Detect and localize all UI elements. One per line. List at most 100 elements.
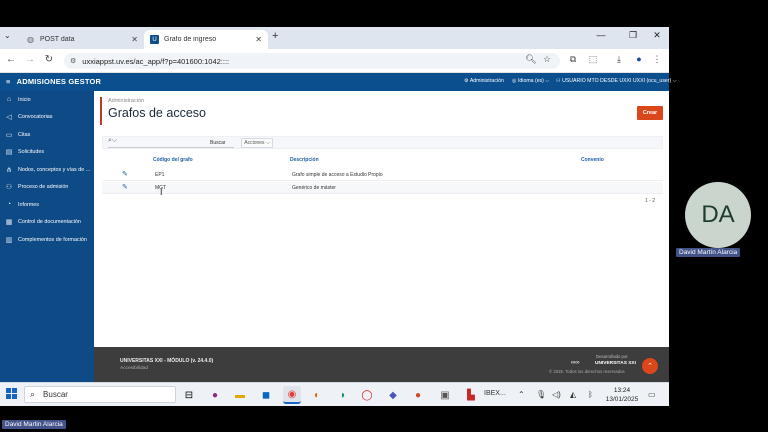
chrome-icon[interactable]: ◉ bbox=[283, 386, 301, 404]
sidebar-item-nodos[interactable]: ⋔ Nodos, conceptos y vías de ... bbox=[0, 161, 94, 178]
tab-grafo-de-ingreso[interactable]: U Grafo de ingreso ✕ bbox=[144, 30, 268, 49]
app-window-icon[interactable]: ▣ bbox=[436, 386, 454, 404]
bluetooth-icon[interactable]: ᛒ bbox=[588, 390, 593, 399]
tab-post-data[interactable]: ◍ POST data ✕ bbox=[20, 30, 144, 49]
column-header-convenio[interactable]: Convenio bbox=[581, 157, 604, 163]
language-menu[interactable]: ◎ Idioma (es) ⌵ bbox=[512, 78, 549, 85]
table-icon: ▦ bbox=[5, 219, 13, 226]
search-icon[interactable]: ⌕⌵ bbox=[108, 137, 117, 145]
tab-title: Grafo de ingreso bbox=[164, 36, 217, 43]
system-clock[interactable]: 13:24 13/01/2025 bbox=[602, 386, 642, 404]
sidebar-item-convocatorias[interactable]: ◁ Convocatorias bbox=[0, 109, 94, 126]
outlook-icon[interactable]: ◼ bbox=[257, 386, 275, 404]
scroll-top-button[interactable]: ⌃ bbox=[642, 358, 658, 374]
minimize-icon[interactable]: — bbox=[592, 30, 610, 40]
sidebar-item-solicitudes[interactable]: ▤ Solicitudes bbox=[0, 144, 94, 161]
megaphone-icon: ◁ bbox=[6, 114, 12, 121]
sidebar-item-proceso-admision[interactable]: ⚇ Proceso de admisión bbox=[0, 179, 94, 196]
microphone-icon[interactable]: 🎙︎ bbox=[536, 390, 546, 399]
task-view-icon[interactable]: ⊟ bbox=[180, 386, 198, 404]
menu-kebab-icon[interactable]: ⋮ bbox=[650, 54, 664, 65]
tray-overflow-icon[interactable]: ⌃ bbox=[518, 390, 525, 399]
sidebar-item-citas[interactable]: ▭ Citas bbox=[0, 126, 94, 143]
reload-icon[interactable]: ↻ bbox=[42, 54, 56, 65]
extensions-icon[interactable]: ⬚ bbox=[586, 54, 600, 65]
self-name-label: David Martin Alarcia bbox=[2, 420, 66, 429]
admin-menu[interactable]: ⚙ Administración bbox=[464, 78, 504, 84]
download-icon[interactable]: ⤓ bbox=[612, 54, 626, 65]
tab-strip: ⌄ ◍ POST data ✕ U Grafo de ingreso ✕ + —… bbox=[0, 27, 669, 49]
filter-bar: ⌕⌵ Buscar Acciones ⌵ bbox=[102, 136, 663, 149]
developed-by-label: Desarrollado por bbox=[596, 354, 628, 359]
restore-icon[interactable]: ❐ bbox=[624, 30, 642, 41]
home-icon: ⌂ bbox=[6, 96, 12, 103]
firefox-icon[interactable]: ◐ bbox=[308, 386, 326, 404]
clock-time: 13:24 bbox=[613, 387, 631, 394]
sidebar-item-label: Convocatorias bbox=[18, 114, 53, 120]
column-header-descripcion[interactable]: Descripción bbox=[290, 157, 319, 163]
user-menu[interactable]: ⚇ USUARIO MTO DESDE UXXI UXXI (ocu_user)… bbox=[556, 78, 677, 85]
accessibility-link[interactable]: Accesibilidad bbox=[120, 366, 148, 371]
chart-icon: ◔ bbox=[6, 201, 12, 208]
sidebar-item-complementos[interactable]: ▥ Complementos de formación bbox=[0, 231, 94, 248]
zoom-icon[interactable]: 🔍︎ bbox=[524, 54, 538, 65]
actions-dropdown[interactable]: Acciones ⌵ bbox=[241, 138, 273, 148]
breadcrumb[interactable]: Administración bbox=[108, 98, 144, 104]
site-info-icon[interactable]: ⚙ bbox=[70, 57, 76, 65]
sidebar-item-label: Citas bbox=[18, 131, 31, 138]
title-accent-bar bbox=[100, 97, 102, 125]
book-icon: ▥ bbox=[5, 236, 13, 244]
teams-icon[interactable]: ◆ bbox=[384, 386, 402, 404]
footer-logo-text: UNIVERSITAS XXI bbox=[595, 361, 636, 366]
column-header-codigo[interactable]: Código del grafo bbox=[153, 157, 193, 163]
tab-title: POST data bbox=[40, 36, 75, 43]
ibex-ticker[interactable]: IBEX... bbox=[484, 390, 506, 397]
taskbar-search[interactable]: ⌕ Buscar bbox=[24, 386, 176, 403]
edit-icon[interactable]: ✎ bbox=[122, 170, 128, 178]
create-button[interactable]: Crear bbox=[637, 106, 663, 120]
sidebar-item-informes[interactable]: ◔ Informes bbox=[0, 196, 94, 213]
cast-icon[interactable]: ⧉ bbox=[566, 54, 580, 65]
sidebar-item-label: Nodos, conceptos y vías de ... bbox=[18, 166, 91, 173]
text-cursor-icon: I bbox=[160, 187, 163, 197]
opera-icon[interactable]: ◯ bbox=[358, 386, 376, 404]
pagination-info: 1 - 2 bbox=[644, 198, 655, 204]
sidebar-item-label: Proceso de admisión bbox=[18, 184, 69, 190]
search-input[interactable] bbox=[122, 139, 222, 147]
sidebar-item-label: Inicio bbox=[18, 96, 31, 103]
main-content: Administración Grafos de acceso Crear ⌕⌵… bbox=[94, 91, 669, 347]
universitas-logo-icon: ∞∞ bbox=[571, 360, 580, 366]
app-icon[interactable]: ● bbox=[206, 386, 224, 404]
cell-description: Genérico de máster bbox=[292, 185, 336, 191]
taskbar-search-label: Buscar bbox=[43, 390, 68, 399]
tab-list-chevron-icon[interactable]: ⌄ bbox=[4, 31, 11, 40]
powerpoint-icon[interactable]: ● bbox=[409, 386, 427, 404]
forward-icon[interactable]: → bbox=[23, 54, 37, 65]
admin-menu-label: Administración bbox=[469, 78, 504, 84]
sidebar-item-label: Control de documentación bbox=[18, 219, 81, 225]
avatar-initials: DA bbox=[701, 201, 735, 228]
windows-start-icon[interactable] bbox=[6, 388, 18, 400]
close-tab-icon[interactable]: ✕ bbox=[255, 35, 262, 44]
browser-window: ⌄ ◍ POST data ✕ U Grafo de ingreso ✕ + —… bbox=[0, 27, 677, 382]
close-tab-icon[interactable]: ✕ bbox=[131, 35, 138, 44]
search-button[interactable]: Buscar bbox=[210, 140, 226, 146]
network-icon[interactable]: ◭ bbox=[570, 390, 576, 399]
profile-icon[interactable]: ● bbox=[632, 54, 646, 64]
new-tab-icon[interactable]: + bbox=[272, 30, 278, 42]
edit-icon[interactable]: ✎ bbox=[122, 183, 128, 191]
speaker-icon[interactable]: ◁) bbox=[552, 390, 561, 399]
file-explorer-icon[interactable]: ▬ bbox=[231, 386, 249, 404]
cell-code: EP1 bbox=[155, 172, 165, 178]
window-close-icon[interactable]: ✕ bbox=[648, 30, 666, 41]
ibex-chart-icon[interactable]: ▙ bbox=[462, 386, 480, 404]
page-title: Grafos de acceso bbox=[108, 106, 206, 120]
back-icon[interactable]: ← bbox=[4, 54, 18, 65]
bookmark-star-icon[interactable]: ☆ bbox=[540, 54, 554, 65]
address-bar[interactable]: ⚙ uxxiappst.uv.es/ac_app/f?p=401600:1042… bbox=[64, 53, 560, 69]
sidebar-item-inicio[interactable]: ⌂ Inicio bbox=[0, 91, 94, 108]
edge-icon[interactable]: ◑ bbox=[333, 386, 351, 404]
notifications-icon[interactable]: ▭ bbox=[648, 390, 656, 399]
hamburger-menu-icon[interactable]: ≡ bbox=[6, 77, 11, 86]
sidebar-item-control-documentacion[interactable]: ▦ Control de documentación bbox=[0, 214, 94, 231]
